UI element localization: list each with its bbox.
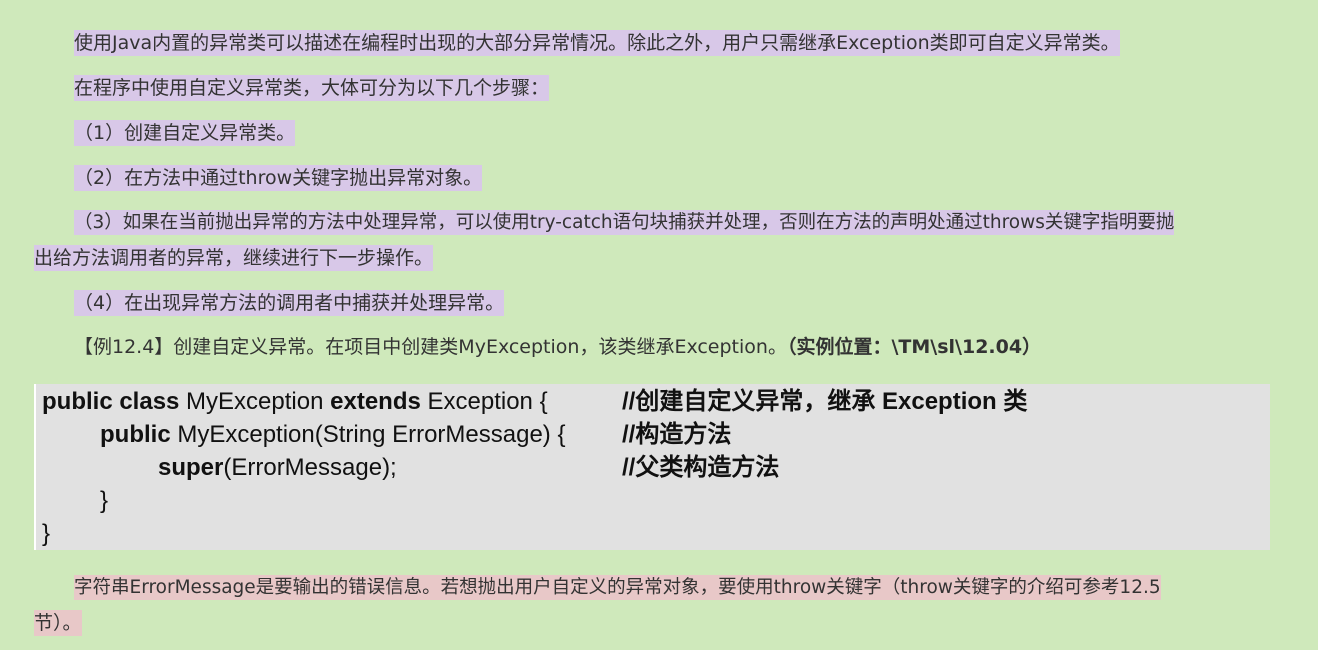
code-comment-2: //构造方法 [622,421,732,448]
code-line-2: public MyException(String ErrorMessage) … [100,420,565,450]
step-4: （4）在出现异常方法的调用者中捕获并处理异常。 [74,290,505,316]
paragraph-2-text: 在程序中使用自定义异常类，大体可分为以下几个步骤： [74,75,550,101]
closing-brace: } [42,520,51,547]
example-heading: 【例12.4】创建自定义异常。在项目中创建类MyException，该类继承Ex… [74,334,1041,360]
paragraph-2: 在程序中使用自定义异常类，大体可分为以下几个步骤： [74,75,550,101]
code-text: MyException(String ErrorMessage) { [170,421,566,448]
code-text: (ErrorMessage); [223,454,397,481]
paragraph-1: 使用Java内置的异常类可以描述在编程时出现的大部分异常情况。除此之外，用户只需… [74,30,1120,56]
code-comment-3: //父类构造方法 [622,454,780,481]
step-3-text-2: 出给方法调用者的异常，继续进行下一步操作。 [34,245,434,271]
code-line-3: super(ErrorMessage); [158,453,397,483]
step-2: （2）在方法中通过throw关键字抛出异常对象。 [74,165,483,191]
code-keyword: public [100,421,171,448]
code-text: MyException [179,388,331,415]
example-location: （实例位置：\TM\sl\12.04） [786,336,1042,358]
paragraph-1-text: 使用Java内置的异常类可以描述在编程时出现的大部分异常情况。除此之外，用户只需… [74,30,1120,56]
step-1: （1）创建自定义异常类。 [74,120,296,146]
example-label: 【例12.4】创建自定义异常。在项目中创建类MyException，该类继承Ex… [74,336,787,358]
paragraph-8-line-1: 字符串ErrorMessage是要输出的错误信息。若想抛出用户自定义的异常对象，… [74,575,1161,601]
step-4-text: （4）在出现异常方法的调用者中捕获并处理异常。 [74,290,505,316]
code-keyword: public class [42,388,180,415]
code-line-4: } [100,486,108,516]
code-keyword: super [158,454,224,481]
code-keyword: extends [330,388,421,415]
closing-brace: } [100,487,109,514]
step-2-text: （2）在方法中通过throw关键字抛出异常对象。 [74,165,483,191]
code-comment-1: //创建自定义异常，继承 Exception 类 [622,388,1028,415]
paragraph-8-text-2: 节）。 [34,610,82,636]
step-3-line-2: 出给方法调用者的异常，继续进行下一步操作。 [34,245,434,271]
code-block: public class MyException extends Excepti… [34,384,1270,550]
step-3-line-1: （3）如果在当前抛出异常的方法中处理异常，可以使用try-catch语句块捕获并… [74,210,1175,236]
paragraph-8-line-2: 节）。 [34,610,82,636]
code-line-5: } [42,519,50,549]
step-3-text-1: （3）如果在当前抛出异常的方法中处理异常，可以使用try-catch语句块捕获并… [74,210,1175,235]
step-1-text: （1）创建自定义异常类。 [74,120,296,146]
code-line-1: public class MyException extends Excepti… [42,387,548,417]
paragraph-8-text-1: 字符串ErrorMessage是要输出的错误信息。若想抛出用户自定义的异常对象，… [74,575,1161,600]
code-text: Exception { [420,388,548,415]
